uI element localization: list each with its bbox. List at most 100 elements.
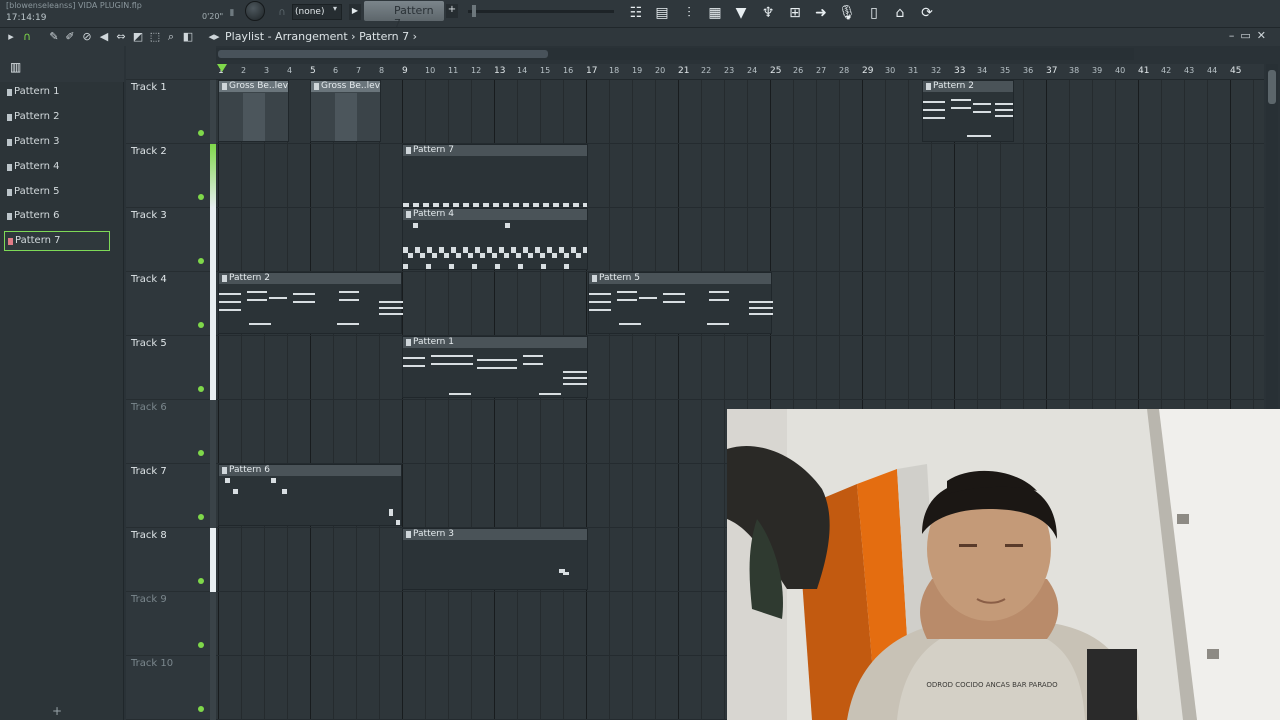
play-arrow-icon[interactable]: ▸ (3, 29, 19, 45)
arrow-right-icon[interactable]: ➜ (811, 3, 831, 23)
browser-icon[interactable]: ⊞ (785, 3, 805, 23)
timeline-ruler[interactable]: 1 2 3 4 5 6 7 8 9 10 11 12 13 14 15 16 17 18 19 20 21 22 23 24 2… (216, 64, 1264, 80)
pattern-clip[interactable]: Pattern 6 (218, 464, 402, 526)
track-mute-led[interactable] (198, 258, 204, 264)
slip-tool-icon[interactable]: ⇔ (113, 29, 129, 45)
select-tool-icon[interactable]: ⬚ (147, 29, 163, 45)
delete-tool-icon[interactable]: ⊘ (79, 29, 95, 45)
picker-item-pattern-2[interactable]: Pattern 2 (4, 108, 110, 128)
add-icon[interactable]: + (52, 704, 62, 718)
master-volume-knob[interactable] (245, 1, 265, 21)
playback-tool-icon[interactable]: ◧ (180, 29, 196, 45)
track-header-10[interactable]: Track 10 (126, 656, 216, 720)
track-header-6[interactable]: Track 6 (126, 400, 216, 464)
pattern-play-button[interactable]: ▶ (349, 4, 361, 20)
horizontal-scroll-thumb[interactable] (218, 50, 548, 58)
ruler-tick-label: 9 (402, 66, 408, 76)
track-header-1[interactable]: Track 1 (126, 80, 216, 144)
channel-rack-icon[interactable]: ▦ (705, 3, 725, 23)
track-header-7[interactable]: Track 7 (126, 464, 216, 528)
playlist-icon[interactable]: ☷ (626, 3, 646, 23)
mixer-icon[interactable]: ⫶ (679, 3, 699, 23)
clip-label: Pattern 1 (403, 337, 587, 348)
pattern-clip[interactable]: Pattern 4 (402, 208, 588, 270)
track-lane[interactable] (216, 208, 1264, 272)
automation-clip[interactable]: Gross Be..level (310, 80, 381, 142)
slice-tool-icon[interactable]: ◩ (130, 29, 146, 45)
note (563, 371, 587, 373)
ruler-tick-label: 32 (931, 66, 942, 75)
automation-clip[interactable]: Gross Be..level (218, 80, 289, 142)
track-mute-led[interactable] (198, 706, 204, 712)
bell-icon[interactable]: ⌂ (890, 3, 910, 23)
magnet-snap-icon[interactable]: ∩ (19, 29, 35, 45)
refresh-icon[interactable]: ⟳ (917, 3, 937, 23)
track-mute-led[interactable] (198, 642, 204, 648)
mini-pause-icon[interactable]: ▮ (222, 3, 242, 23)
track-header-9[interactable]: Track 9 (126, 592, 216, 656)
zoom-tool-icon[interactable]: ⌕ (163, 29, 179, 45)
track-lane[interactable] (216, 336, 1264, 400)
plugin-picker-icon[interactable]: ▼ (731, 3, 751, 23)
pattern-clip[interactable]: Pattern 2 (922, 80, 1014, 142)
arrangement-arrows-icon[interactable]: ◂▸ (206, 29, 222, 45)
window-controls[interactable]: –▭✕ (1229, 29, 1272, 42)
note (563, 377, 587, 379)
tempo-slider[interactable] (468, 10, 614, 13)
track-mute-led[interactable] (198, 130, 204, 136)
piano-icon[interactable]: ▥ (10, 60, 21, 74)
track-mute-led[interactable] (198, 194, 204, 200)
track-header-5[interactable]: Track 5 (126, 336, 216, 400)
picker-item-pattern-6[interactable]: Pattern 6 (4, 207, 110, 227)
track-mute-led[interactable] (198, 514, 204, 520)
ruler-tick-label: 20 (655, 66, 666, 75)
note (563, 383, 587, 385)
ruler-tick-label: 28 (839, 66, 850, 75)
note-strip (403, 264, 587, 269)
add-pattern-button[interactable]: + (446, 4, 458, 18)
headphone-icon[interactable]: ∩ (272, 3, 292, 23)
track-mute-led[interactable] (198, 322, 204, 328)
track-mute-led[interactable] (198, 578, 204, 584)
microphone-icon[interactable]: 🎙 (837, 3, 857, 23)
draw-tool-icon[interactable]: ✎ (46, 29, 62, 45)
track-header-3[interactable]: Track 3 (126, 208, 216, 272)
picker-item-pattern-7[interactable]: Pattern 7 (4, 231, 110, 251)
piano-roll-icon[interactable]: ▤ (652, 3, 672, 23)
breadcrumb-pattern[interactable]: Pattern 7 (359, 30, 409, 43)
note (379, 313, 403, 315)
note (225, 478, 230, 483)
track-mute-led[interactable] (198, 450, 204, 456)
pattern-clip[interactable]: Pattern 1 (402, 336, 588, 398)
note (403, 365, 425, 367)
ruler-tick-label: 10 (425, 66, 436, 75)
track-header-2[interactable]: Track 2 (126, 144, 216, 208)
pattern-clip[interactable]: Pattern 5 (588, 272, 773, 334)
track-header-8[interactable]: Track 8 (126, 528, 216, 592)
note (282, 489, 287, 494)
mute-tool-icon[interactable]: ◀ (96, 29, 112, 45)
pattern-selector[interactable]: Pattern 7 (364, 1, 444, 30)
document-icon[interactable]: ▯ (864, 3, 884, 23)
pattern-clip[interactable]: Pattern 7 (402, 144, 588, 207)
tuning-fork-icon[interactable]: ♆ (758, 3, 778, 23)
playhead-marker[interactable] (217, 64, 227, 72)
track-mute-led[interactable] (198, 386, 204, 392)
playlist-toolbar: ▸ ∩ ✎ ✐ ⊘ ◀ ⇔ ◩ ⬚ ⌕ ◧ ◂▸ Playlist - Arra… (0, 28, 1280, 46)
track-lane[interactable] (216, 144, 1264, 208)
track-header-4[interactable]: Track 4 (126, 272, 216, 336)
ruler-tick-label: 30 (885, 66, 896, 75)
ruler-tick-label: 44 (1207, 66, 1218, 75)
picker-item-pattern-1[interactable]: Pattern 1 (4, 83, 110, 103)
picker-item-pattern-4[interactable]: Pattern 4 (4, 158, 110, 178)
pattern-clip[interactable]: Pattern 3 (402, 528, 588, 590)
note (923, 109, 945, 111)
picker-item-label: Pattern 1 (14, 86, 60, 97)
pattern-clip[interactable]: Pattern 2 (218, 272, 403, 334)
vertical-scroll-thumb[interactable] (1268, 70, 1276, 104)
paint-tool-icon[interactable]: ✐ (62, 29, 78, 45)
picker-item-pattern-5[interactable]: Pattern 5 (4, 183, 110, 203)
note-strip (403, 203, 587, 207)
picker-item-pattern-3[interactable]: Pattern 3 (4, 133, 110, 153)
tempo-slider-thumb[interactable] (472, 5, 476, 17)
